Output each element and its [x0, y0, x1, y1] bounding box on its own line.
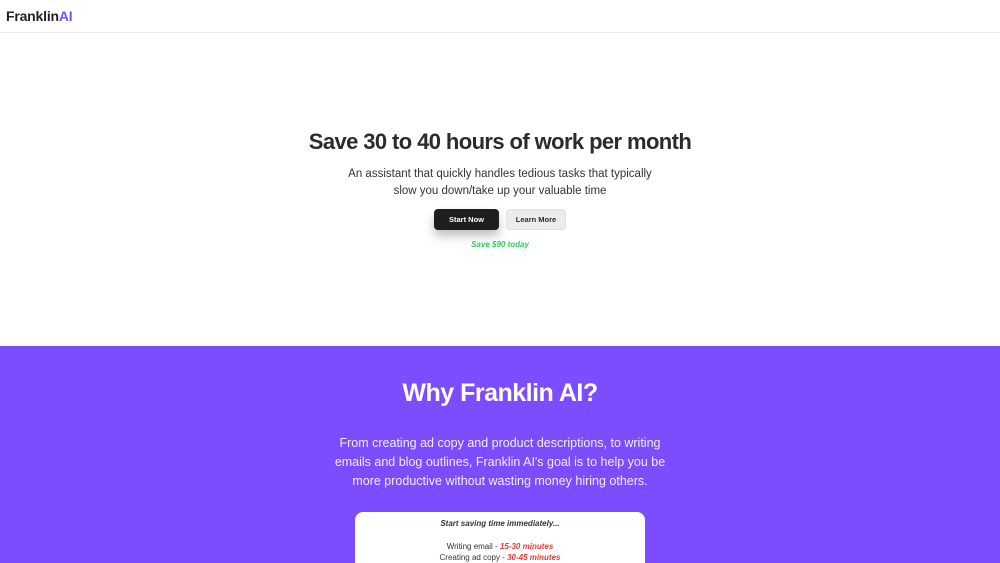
hero-title: Save 30 to 40 hours of work per month	[308, 129, 692, 154]
why-description: From creating ad copy and product descri…	[334, 436, 666, 488]
why-title: Why Franklin AI?	[402, 379, 598, 407]
task-label: Writing email -	[446, 542, 500, 551]
logo-text: Franklin	[6, 8, 59, 24]
start-now-button[interactable]: Start Now	[434, 209, 499, 230]
card-heading: Start saving time immediately...	[440, 519, 560, 528]
hero-subtitle: An assistant that quickly handles tediou…	[348, 168, 652, 197]
save-note: Save $90 today	[471, 240, 529, 249]
list-item: Creating ad copy - 30-45 minutes	[355, 552, 645, 563]
time-savings-card: Start saving time immediately... Writing…	[355, 512, 645, 563]
hero-button-row: Start Now Learn More	[0, 209, 1000, 230]
franklin-ai-logo[interactable]: FranklinAI	[6, 8, 73, 24]
task-time: 15-30 minutes	[499, 542, 554, 551]
task-time: 30-45 minutes	[507, 553, 561, 562]
logo-accent-text: AI	[58, 8, 73, 24]
hero-section: Save 30 to 40 hours of work per month An…	[0, 33, 1000, 346]
learn-more-button[interactable]: Learn More	[506, 209, 566, 230]
time-savings-list: Writing email - 15-30 minutes Creating a…	[355, 541, 645, 563]
why-section: Why Franklin AI? From creating ad copy a…	[0, 346, 1000, 563]
list-item: Writing email - 15-30 minutes	[355, 541, 645, 552]
task-label: Creating ad copy -	[439, 553, 508, 562]
top-navbar: FranklinAI	[0, 0, 1000, 33]
